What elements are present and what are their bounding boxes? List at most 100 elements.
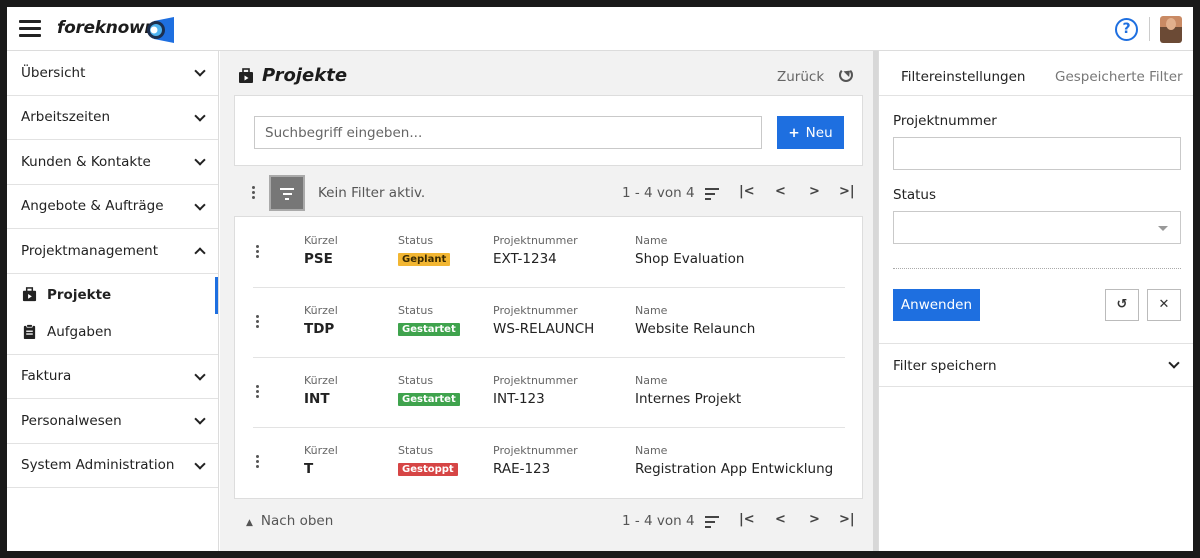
- project-number: WS-RELAUNCH: [493, 321, 595, 337]
- chevron-down-icon: [1168, 357, 1180, 369]
- reset-button[interactable]: ↺: [1105, 289, 1139, 321]
- new-project-button[interactable]: + Neu: [777, 116, 844, 149]
- project-short: PSE: [304, 251, 333, 267]
- list-footer: ▲ Nach oben 1 - 4 von 4 |< < > >|: [234, 505, 863, 537]
- plus-icon: +: [788, 124, 800, 141]
- project-number: RAE-123: [493, 461, 551, 477]
- app-window: foreknown ? Übersicht Arbeitszeiten Kund…: [7, 7, 1193, 551]
- column-label-status: Status: [398, 304, 434, 317]
- project-number-field[interactable]: [893, 137, 1181, 170]
- sidebar-item-label: Personalwesen: [21, 412, 122, 429]
- previous-page-icon[interactable]: <: [775, 184, 786, 199]
- kebab-menu-icon[interactable]: [252, 186, 256, 201]
- sidebar-item-projektmanagement[interactable]: Projektmanagement: [7, 229, 218, 274]
- scroll-to-top-link[interactable]: ▲ Nach oben: [246, 513, 333, 529]
- column-label-short: Kürzel: [304, 304, 338, 317]
- sidebar-item-label: Kunden & Kontakte: [21, 153, 151, 170]
- column-label-number: Projektnummer: [493, 444, 578, 457]
- sidebar-item-angebote-auftraege[interactable]: Angebote & Aufträge: [7, 185, 218, 229]
- status-label: Status: [893, 187, 937, 203]
- first-page-icon[interactable]: |<: [739, 512, 755, 527]
- back-link[interactable]: Zurück: [777, 69, 824, 85]
- sidebar-item-arbeitszeiten[interactable]: Arbeitszeiten: [7, 96, 218, 140]
- sidebar-item-faktura[interactable]: Faktura: [7, 355, 218, 399]
- to-top-label: Nach oben: [260, 513, 334, 529]
- next-page-icon[interactable]: >: [809, 184, 820, 199]
- sort-icon[interactable]: [705, 516, 719, 531]
- status-select[interactable]: [893, 211, 1181, 244]
- chevron-down-icon: [194, 457, 206, 470]
- tab-divider: [879, 95, 1193, 96]
- chevron-down-icon: [194, 368, 206, 381]
- filter-toggle-button[interactable]: [269, 175, 305, 211]
- close-icon: ✕: [1158, 297, 1170, 312]
- last-page-icon[interactable]: >|: [839, 184, 855, 199]
- top-bar: foreknown ?: [7, 7, 1193, 51]
- apply-button[interactable]: Anwenden: [893, 289, 980, 321]
- column-label-short: Kürzel: [304, 444, 338, 457]
- save-filter-label: Filter speichern: [893, 358, 997, 374]
- brand-name: foreknown: [57, 18, 157, 38]
- chevron-down-icon: [194, 154, 206, 166]
- tab-saved-filters[interactable]: Gespeicherte Filter: [1055, 69, 1183, 85]
- project-number-label: Projektnummer: [893, 113, 997, 129]
- table-row[interactable]: Kürzel INT Status Gestartet Projektnumme…: [253, 358, 845, 428]
- filter-panel: Filtereinstellungen Gespeicherte Filter …: [878, 51, 1193, 551]
- column-label-number: Projektnummer: [493, 304, 578, 317]
- menu-icon[interactable]: [19, 20, 41, 38]
- column-label-short: Kürzel: [304, 374, 338, 387]
- filter-icon: [271, 177, 303, 200]
- sidebar-item-label: Übersicht: [21, 64, 86, 81]
- row-menu-icon[interactable]: [256, 315, 260, 330]
- search-input[interactable]: [254, 116, 762, 149]
- refresh-icon[interactable]: [839, 68, 853, 82]
- project-number: INT-123: [493, 391, 545, 407]
- tab-filter-settings[interactable]: Filtereinstellungen: [901, 69, 1025, 85]
- clear-button[interactable]: ✕: [1147, 289, 1181, 321]
- sort-icon[interactable]: [705, 188, 719, 203]
- column-label-short: Kürzel: [304, 234, 338, 247]
- column-label-status: Status: [398, 374, 434, 387]
- sidebar-subitem-aufgaben[interactable]: Aufgaben: [7, 314, 218, 351]
- search-card: + Neu: [234, 95, 863, 166]
- previous-page-icon[interactable]: <: [775, 512, 786, 527]
- column-label-name: Name: [635, 374, 668, 387]
- sidebar-item-uebersicht[interactable]: Übersicht: [7, 51, 218, 96]
- sidebar-item-personalwesen[interactable]: Personalwesen: [7, 399, 218, 444]
- column-label-status: Status: [398, 234, 434, 247]
- table-row[interactable]: Kürzel PSE Status Geplant Projektnummer …: [253, 218, 845, 288]
- table-row[interactable]: Kürzel T Status Gestoppt Projektnummer R…: [253, 428, 845, 498]
- save-filter-section[interactable]: Filter speichern: [879, 343, 1193, 387]
- pager-count: 1 - 4 von 4: [622, 513, 695, 529]
- briefcase-icon: [22, 286, 37, 301]
- column-label-name: Name: [635, 444, 668, 457]
- next-page-icon[interactable]: >: [809, 512, 820, 527]
- sidebar-item-label: Arbeitszeiten: [21, 109, 111, 126]
- caret-up-icon: ▲: [246, 518, 253, 528]
- chevron-up-icon: [194, 247, 206, 259]
- row-menu-icon[interactable]: [256, 385, 260, 400]
- row-menu-icon[interactable]: [256, 245, 260, 260]
- briefcase-icon: [239, 68, 253, 83]
- page-title: Projekte: [262, 65, 348, 86]
- help-icon[interactable]: ?: [1115, 18, 1138, 41]
- sidebar: Übersicht Arbeitszeiten Kunden & Kontakt…: [7, 51, 219, 551]
- chevron-down-icon: [194, 109, 206, 122]
- sidebar-item-system-administration[interactable]: System Administration: [7, 444, 218, 488]
- first-page-icon[interactable]: |<: [739, 184, 755, 199]
- sidebar-subitem-projekte[interactable]: Projekte: [7, 276, 218, 314]
- chevron-down-icon: [194, 198, 206, 211]
- sidebar-item-kunden-kontakte[interactable]: Kunden & Kontakte: [7, 140, 218, 185]
- pager-count: 1 - 4 von 4: [622, 185, 695, 201]
- header-divider: [1149, 17, 1150, 41]
- row-menu-icon[interactable]: [256, 455, 260, 470]
- table-row[interactable]: Kürzel TDP Status Gestartet Projektnumme…: [253, 288, 845, 358]
- status-badge: Gestoppt: [398, 463, 458, 476]
- project-list: Kürzel PSE Status Geplant Projektnummer …: [234, 216, 863, 499]
- sidebar-subitem-label: Projekte: [47, 287, 112, 303]
- chevron-down-icon: [194, 413, 206, 425]
- last-page-icon[interactable]: >|: [839, 512, 855, 527]
- sidebar-item-label: Projektmanagement: [21, 242, 159, 259]
- avatar[interactable]: [1160, 16, 1182, 43]
- project-short: T: [304, 461, 314, 477]
